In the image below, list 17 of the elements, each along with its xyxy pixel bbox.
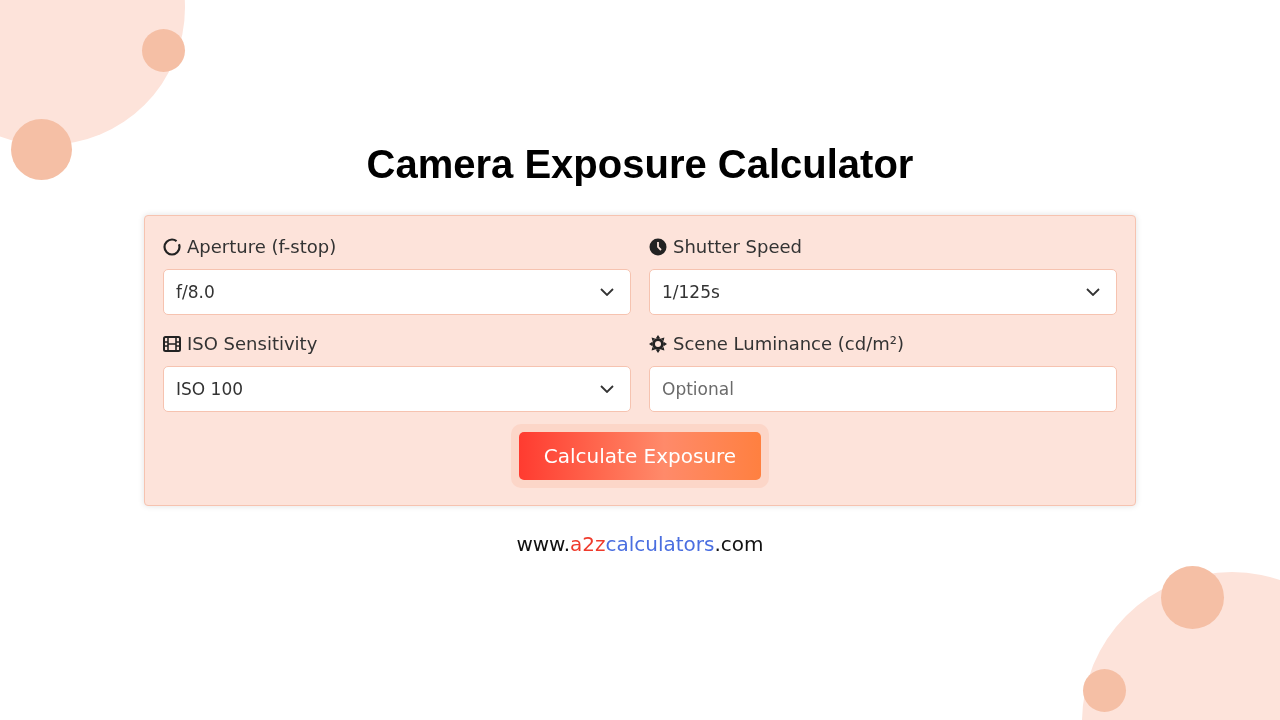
field-label: Scene Luminance (cd/m²) — [673, 333, 904, 354]
field-label: ISO Sensitivity — [187, 333, 318, 354]
dropdown[interactable]: ISO 100 — [163, 366, 631, 412]
clock-icon — [649, 237, 667, 256]
dropdown[interactable]: 1/125s — [649, 269, 1117, 315]
ring-icon — [163, 237, 181, 256]
field-label: Shutter Speed — [673, 236, 802, 257]
gear-icon — [649, 334, 667, 353]
film-strip-icon — [163, 335, 181, 352]
input-field[interactable]: Optional — [649, 366, 1117, 412]
chevron-down-icon — [1086, 288, 1100, 296]
page-title: Camera Exposure Calculator — [366, 142, 914, 187]
chevron-down-icon — [600, 288, 614, 296]
chevron-down-icon — [600, 385, 614, 393]
field-label: Aperture (f-stop) — [187, 236, 337, 257]
website-url: www.a2zcalculators.com — [516, 532, 764, 556]
dropdown[interactable]: f/8.0 — [163, 269, 631, 315]
